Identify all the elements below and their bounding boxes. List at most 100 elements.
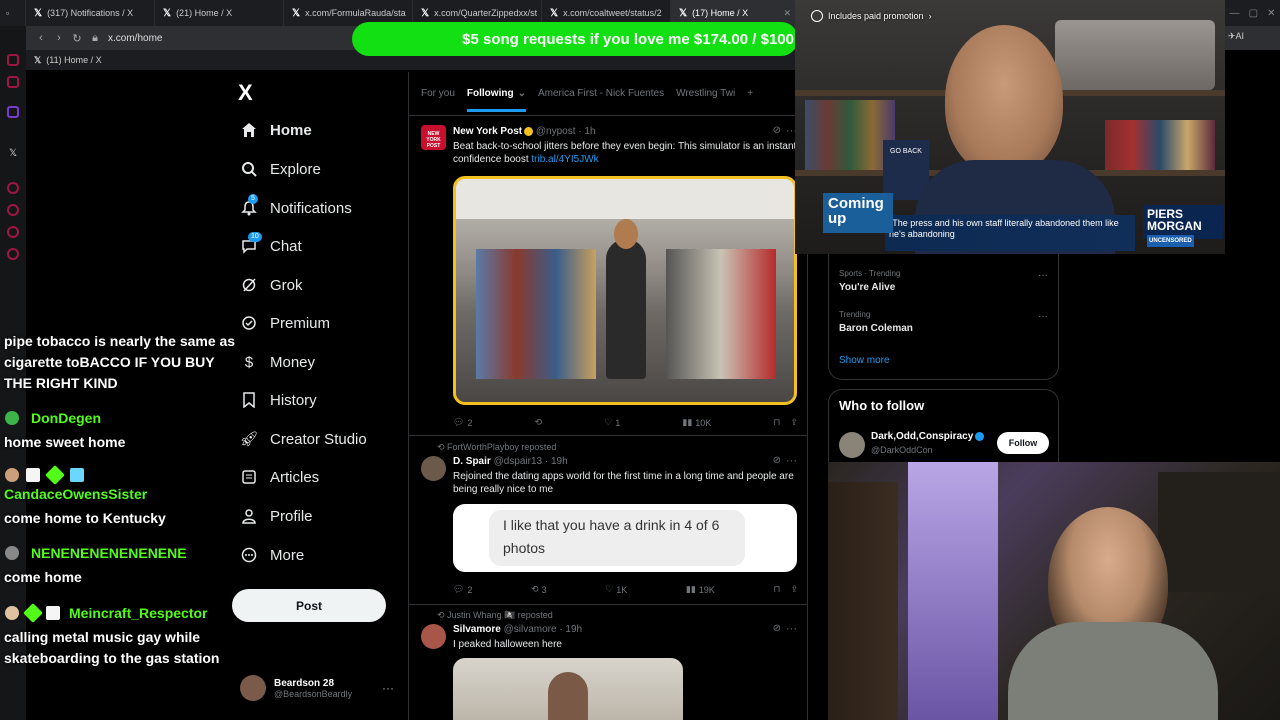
author-handle[interactable]: @nypost (536, 126, 576, 137)
post-button[interactable]: Post (232, 589, 386, 622)
nav-notifications[interactable]: 5 Notifications (240, 194, 352, 217)
nav-profile[interactable]: Profile (240, 507, 313, 525)
close-window-icon[interactable]: ✕ (1267, 8, 1275, 19)
maximize-icon[interactable]: ▢ (1249, 8, 1258, 19)
suggested-name[interactable]: Dark,Odd,Conspiracy (871, 431, 985, 442)
like-count: 1K (616, 584, 628, 595)
more-options-icon[interactable]: ··· (1038, 270, 1048, 281)
suggested-name-text: Dark,Odd,Conspiracy (871, 431, 974, 442)
panel-icon[interactable] (7, 226, 19, 238)
tweet[interactable]: NEW YORK POST New York Post @nypost · 1h… (409, 117, 807, 436)
reload-icon[interactable]: ↻ (68, 32, 86, 45)
chat-message: calling metal music gay while (4, 629, 201, 645)
nav-articles[interactable]: Articles (240, 468, 319, 486)
tab-america-first[interactable]: America First - Nick Fuentes (538, 88, 664, 99)
avatar[interactable]: NEW YORK POST (421, 125, 446, 150)
tweet-time: · 19h (559, 624, 583, 635)
more-options-icon[interactable]: ··· (786, 623, 797, 635)
author-name[interactable]: New York Post (453, 126, 522, 137)
x-logo[interactable]: X (238, 80, 253, 106)
like-button[interactable]: ♡ 1 (604, 417, 620, 428)
author-handle[interactable]: @dspair13 (494, 456, 543, 467)
views-button[interactable]: ▮▮ 10K (682, 417, 711, 428)
tweet-link[interactable]: trib.al/4YI5JWk (531, 154, 598, 165)
tweet[interactable]: ⟲ Justin Whang 🏴‍☠️ reposted Silvamore @… (409, 606, 807, 720)
close-icon[interactable]: ✕ (783, 8, 791, 19)
streamer-shirt-image (1008, 622, 1218, 720)
trend-category: Trending (839, 310, 871, 319)
back-icon[interactable]: ‹ (32, 32, 50, 44)
tab-following[interactable]: Following ⌄ (466, 88, 526, 112)
nav-more[interactable]: More (240, 546, 304, 564)
news-ticker: "The press and his own staff literally a… (885, 215, 1135, 251)
nav-money[interactable]: $ Money (240, 353, 315, 371)
browser-tab[interactable]: 𝕏 (21) Home / X (155, 0, 284, 26)
tweet[interactable]: ⟲ FortWorthPlayboy reposted D. Spair @ds… (409, 437, 807, 605)
nav-home[interactable]: Home (240, 121, 312, 139)
show-more-link[interactable]: Show more (839, 355, 890, 366)
chevron-down-icon: ⌄ (517, 88, 526, 99)
minimize-icon[interactable]: — (1230, 8, 1240, 19)
tweet-image[interactable]: I like that you have a drink in 4 of 6 p… (453, 504, 797, 572)
follow-button[interactable]: Follow (997, 432, 1049, 454)
nav-chat[interactable]: 10 Chat (240, 232, 302, 255)
money-icon: $ (244, 353, 254, 371)
grok-icon[interactable]: ⊘ (773, 623, 781, 634)
panel-icon[interactable] (7, 76, 19, 88)
paid-promotion-text: Includes paid promotion (828, 11, 924, 21)
tweet-image[interactable] (453, 176, 797, 405)
add-tab-icon[interactable]: + (747, 88, 753, 99)
panel-icon[interactable] (7, 182, 19, 194)
panel-icon[interactable] (7, 54, 19, 66)
avatar[interactable] (421, 456, 446, 481)
views-button[interactable]: ▮▮ 19K (686, 584, 715, 595)
more-options-icon[interactable]: ··· (786, 455, 797, 467)
account-switcher[interactable]: Beardson 28 @BeardsonBeardly ··· (240, 672, 400, 704)
repost-button[interactable]: ⟲ 3 (531, 584, 547, 595)
twitch-icon[interactable] (7, 106, 19, 118)
share-icon[interactable]: ⇪ (790, 417, 798, 428)
like-button[interactable]: ♡ 1K (605, 584, 627, 595)
browser-menu-icon[interactable]: ▫ (0, 0, 26, 26)
forward-icon[interactable]: › (50, 32, 68, 44)
reply-button[interactable]: 💬︎ 2 (453, 584, 472, 595)
nav-grok[interactable]: Grok (240, 276, 303, 294)
settings-icon[interactable] (7, 248, 19, 260)
more-options-icon[interactable]: ··· (382, 681, 394, 695)
repost-indicator: ⟲ FortWorthPlayboy reposted (437, 442, 556, 453)
share-icon[interactable]: ⇪ (790, 584, 798, 595)
nav-premium[interactable]: Premium (240, 314, 330, 332)
trend-item[interactable]: You're Alive (839, 282, 895, 293)
grok-icon[interactable]: ⊘ (773, 455, 781, 466)
nav-explore[interactable]: Explore (240, 160, 321, 178)
author-name[interactable]: Silvamore (453, 624, 501, 635)
nav-history[interactable]: History (240, 391, 317, 409)
browser-tab[interactable]: 𝕏 (317) Notifications / X (26, 0, 155, 26)
bell-icon: 5 (240, 194, 258, 217)
tweet-image[interactable] (453, 658, 683, 720)
bookmark-item[interactable]: (11) Home / X (46, 55, 101, 65)
x-logo-icon: 𝕏 (34, 54, 42, 65)
repost-button[interactable]: ⟲ (535, 417, 543, 428)
bookmark-icon[interactable]: ⊓ ⇪ (773, 584, 798, 595)
chat-badge: 10 (248, 232, 262, 242)
author-handle[interactable]: @silvamore (504, 624, 557, 635)
x-logo-icon[interactable]: 𝕏 (9, 148, 21, 160)
grok-icon[interactable]: ⊘ (773, 125, 781, 136)
avatar[interactable] (421, 624, 446, 649)
more-options-icon[interactable]: ··· (1038, 311, 1048, 322)
avatar[interactable] (839, 432, 865, 458)
bookmark-icon[interactable]: ⊓ ⇪ (773, 417, 798, 428)
trend-item[interactable]: Baron Coleman (839, 323, 913, 334)
author-name[interactable]: D. Spair (453, 456, 491, 467)
panel-icon[interactable] (7, 204, 19, 216)
address-bar[interactable]: x.com/home (108, 33, 162, 44)
tab-for-you[interactable]: For you (421, 88, 455, 99)
reposted-by[interactable]: Justin Whang 🏴‍☠️ reposted (447, 610, 553, 620)
tab-wrestling[interactable]: Wrestling Twi (676, 88, 735, 99)
reposted-by[interactable]: FortWorthPlayboy reposted (447, 442, 556, 452)
ai-button[interactable]: ✈AI (1228, 31, 1244, 42)
nav-creator-studio[interactable]: 🚀︎ Creator Studio (239, 430, 366, 449)
reply-button[interactable]: 💬︎ 2 (453, 417, 472, 428)
who-to-follow-panel: Who to follow Dark,Odd,Conspiracy @DarkO… (828, 389, 1059, 464)
